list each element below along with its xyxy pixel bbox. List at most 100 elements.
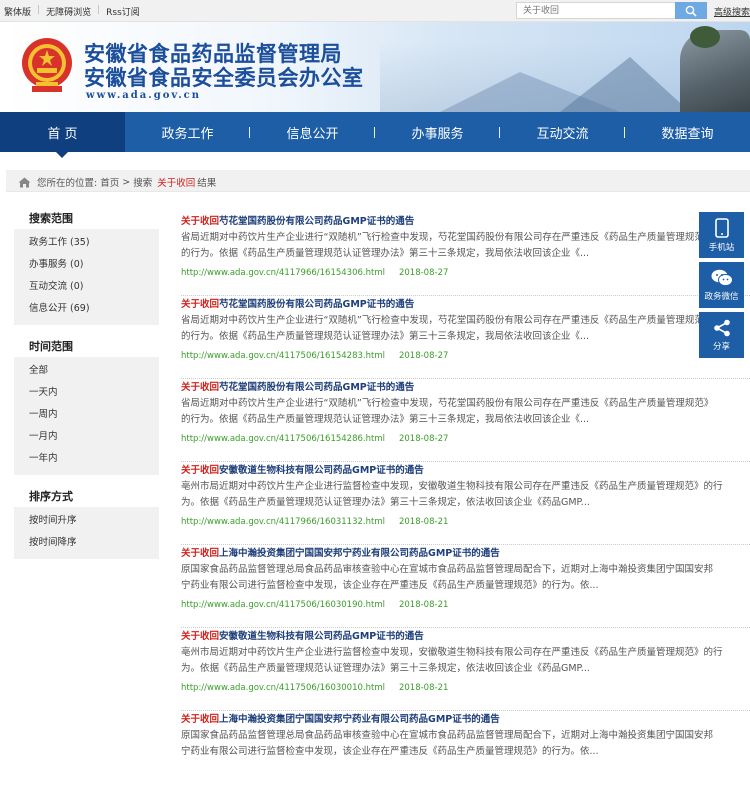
time-box: 全部 一天内 一周内 一月内 一年内 [14,357,159,475]
breadcrumb-prefix: 您所在的位置: [37,178,98,189]
breadcrumb-home[interactable]: 首页 [100,175,119,189]
share-icon [713,319,730,336]
scope-item-services[interactable]: 办事服务 (0) [29,254,144,276]
result-url[interactable]: http://www.ada.gov.cn/4117966/16031132.h… [181,517,385,527]
result-title: 芍花堂国药股份有限公司药品GMP证书的通告 [219,299,415,310]
traditional-chinese-link[interactable]: 繁体版 [4,5,31,18]
result-date: 2018-08-27 [398,268,449,278]
top-utility-bar: 繁体版 | 无障碍浏览 | Rss订阅 高级搜索 [0,0,750,22]
result-title: 上海中瀚投资集团宁国国安邦宁药业有限公司药品GMP证书的通告 [219,714,500,725]
nav-services[interactable]: 办事服务 [375,112,500,152]
wechat-button[interactable]: 政务微信 [699,262,744,308]
search-results-list: 关于收回芍花堂国药股份有限公司药品GMP证书的通告 省局近期对中药饮片生产企业进… [181,213,750,794]
time-item-all[interactable]: 全部 [29,360,144,382]
result-title-link[interactable]: 关于收回安徽敬道生物科技有限公司药品GMP证书的通告 [181,462,424,476]
search-button[interactable] [675,2,707,19]
result-title-link[interactable]: 关于收回上海中瀚投资集团宁国国安邦宁药业有限公司药品GMP证书的通告 [181,711,500,725]
share-button[interactable]: 分享 [699,312,744,358]
breadcrumb-search: 搜索 [133,178,153,189]
sort-item-descending[interactable]: 按时间降序 [29,532,144,554]
result-snippet: 省局近期对中药饮片生产企业进行“双随机”飞行检查中发现，芍花堂国药股份有限公司存… [181,396,750,428]
result-snippet: 省局近期对中药饮片生产企业进行“双随机”飞行检查中发现，芍花堂国药股份有限公司存… [181,230,750,262]
result-meta: http://www.ada.gov.cn/4117506/16030190.h… [181,600,448,610]
snippet-line: 省局近期对中药饮片生产企业进行“双随机”飞行检查中发现，芍花堂国药股份有限公司存… [181,315,714,326]
time-item-week[interactable]: 一周内 [29,404,144,426]
result-keyword: 关于收回 [181,382,220,393]
scope-item-government-affairs[interactable]: 政务工作 (35) [29,232,144,254]
main-nav: 首 页 政务工作 信息公开 办事服务 互动交流 数据查询 [0,112,750,158]
nav-label: 数据查询 [661,126,714,142]
result-url[interactable]: http://www.ada.gov.cn/4117506/16030010.h… [181,683,385,693]
nav-data-query[interactable]: 数据查询 [625,112,750,152]
separator: | [37,5,41,15]
separator: | [97,5,101,15]
advanced-search-link[interactable]: 高级搜索 [714,5,750,18]
result-keyword: 关于收回 [181,548,220,559]
result-keyword: 关于收回 [181,299,220,310]
result-date: 2018-08-21 [398,600,449,610]
result-date: 2018-08-21 [398,517,449,527]
search-filter-sidebar: 搜索范围 政务工作 (35) 办事服务 (0) 互动交流 (0) 信息公开 (6… [14,205,159,567]
time-item-day[interactable]: 一天内 [29,382,144,404]
nav-home[interactable]: 首 页 [0,112,125,158]
snippet-line: 亳州市局近期对中药饮片生产企业进行监督检查中发现，安徽敬道生物科技有限公司存在严… [181,481,723,492]
national-emblem-icon [22,38,72,92]
mobile-site-button[interactable]: 手机站 [699,212,744,258]
nav-government-affairs[interactable]: 政务工作 [125,112,250,152]
nav-interaction[interactable]: 互动交流 [500,112,625,152]
active-caret [56,152,68,158]
result-url[interactable]: http://www.ada.gov.cn/4117506/16154283.h… [181,351,385,361]
result-title: 安徽敬道生物科技有限公司药品GMP证书的通告 [219,631,424,642]
site-url: www.ada.gov.cn [86,90,202,101]
scope-item-interaction[interactable]: 互动交流 (0) [29,276,144,298]
time-item-year[interactable]: 一年内 [29,448,144,470]
scope-title: 搜索范围 [29,212,73,225]
result-title: 上海中瀚投资集团宁国国安邦宁药业有限公司药品GMP证书的通告 [219,548,500,559]
time-item-month[interactable]: 一月内 [29,426,144,448]
sort-item-ascending[interactable]: 按时间升序 [29,510,144,532]
sort-box: 按时间升序 按时间降序 [14,507,159,559]
result-title-link[interactable]: 关于收回芍花堂国药股份有限公司药品GMP证书的通告 [181,296,414,310]
search-input[interactable] [516,2,676,19]
result-title-link[interactable]: 关于收回安徽敬道生物科技有限公司药品GMP证书的通告 [181,628,424,642]
accessibility-link[interactable]: 无障碍浏览 [46,5,91,18]
tool-label: 分享 [712,341,730,352]
result-title: 安徽敬道生物科技有限公司药品GMP证书的通告 [219,465,424,476]
breadcrumb-separator: > [122,176,131,188]
scope-item-information-disclosure[interactable]: 信息公开 (69) [29,298,144,320]
snippet-line: 原国家食品药品监督管理总局食品药品审核查验中心在宣城市食品药品监督管理局配合下，… [181,730,714,741]
top-links: 繁体版 | 无障碍浏览 | Rss订阅 [4,5,140,18]
snippet-line: 宁药业有限公司进行监督检查中发现，该企业存在严重违反《药品生产质量管理规范》的行… [181,746,599,757]
breadcrumb-bar: 您所在的位置: 首页 > 搜索 关于收回 结果 [6,170,750,192]
result-meta: http://www.ada.gov.cn/4117966/16031132.h… [181,517,448,527]
result-title-link[interactable]: 关于收回上海中瀚投资集团宁国国安邦宁药业有限公司药品GMP证书的通告 [181,545,500,559]
snippet-line: 省局近期对中药饮片生产企业进行“双随机”飞行检查中发现，芍花堂国药股份有限公司存… [181,232,714,243]
result-title-link[interactable]: 关于收回芍花堂国药股份有限公司药品GMP证书的通告 [181,379,414,393]
nav-information-disclosure[interactable]: 信息公开 [250,112,375,152]
result-snippet: 亳州市局近期对中药饮片生产企业进行监督检查中发现，安徽敬道生物科技有限公司存在严… [181,479,750,511]
wechat-icon [711,269,733,286]
snippet-line: 的行为。依据《药品生产质量管理规范认证管理办法》第三十三条规定，我局依法收回该企… [181,248,590,259]
result-meta: http://www.ada.gov.cn/4117506/16154286.h… [181,434,448,444]
rss-link[interactable]: Rss订阅 [106,5,140,18]
mobile-phone-icon [714,217,729,238]
result-url[interactable]: http://www.ada.gov.cn/4117966/16154306.h… [181,268,385,278]
result-url[interactable]: http://www.ada.gov.cn/4117506/16154286.h… [181,434,385,444]
result-url[interactable]: http://www.ada.gov.cn/4117506/16030190.h… [181,600,385,610]
list-item: 关于收回芍花堂国药股份有限公司药品GMP证书的通告 省局近期对中药饮片生产企业进… [181,296,750,379]
snippet-line: 亳州市局近期对中药饮片生产企业进行监督检查中发现，安徽敬道生物科技有限公司存在严… [181,647,723,658]
floating-toolbar: 手机站 政务微信 分享 [699,212,744,362]
list-item: 关于收回上海中瀚投资集团宁国国安邦宁药业有限公司药品GMP证书的通告 原国家食品… [181,711,750,794]
snippet-line: 为。依据《药品生产质量管理规范认证管理办法》第三十三条规定，依法收回该企业《药品… [181,663,590,674]
tool-label: 政务微信 [704,291,739,302]
result-title-link[interactable]: 关于收回芍花堂国药股份有限公司药品GMP证书的通告 [181,213,414,227]
result-snippet: 原国家食品药品监督管理总局食品药品审核查验中心在宣城市食品药品监督管理局配合下，… [181,562,750,594]
list-item: 关于收回安徽敬道生物科技有限公司药品GMP证书的通告 亳州市局近期对中药饮片生产… [181,462,750,545]
nav-label: 互动交流 [536,126,589,142]
nav-label: 信息公开 [286,126,339,142]
result-date: 2018-08-27 [398,351,449,361]
result-date: 2018-08-21 [398,683,449,693]
breadcrumb: 您所在的位置: 首页 > 搜索 关于收回 结果 [18,175,219,189]
result-meta: http://www.ada.gov.cn/4117506/16154283.h… [181,351,448,361]
result-meta: http://www.ada.gov.cn/4117506/16030010.h… [181,683,448,693]
